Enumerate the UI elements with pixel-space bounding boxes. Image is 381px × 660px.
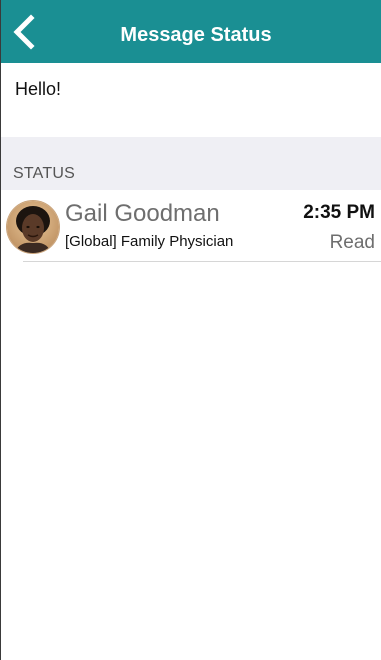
recipient-role: [Global] Family Physician: [65, 233, 234, 250]
message-body: Hello!: [1, 63, 381, 137]
recipient-status-row[interactable]: Gail Goodman [Global] Family Physician 2…: [1, 190, 381, 262]
status-time: 2:35 PM: [303, 202, 375, 223]
row-separator: [23, 261, 381, 262]
status-badge: Read: [329, 232, 375, 253]
status-section-label: STATUS: [13, 165, 75, 182]
message-text: Hello!: [15, 79, 62, 99]
profile-photo: [7, 201, 59, 253]
status-section-header: STATUS: [1, 137, 381, 190]
avatar: [7, 201, 59, 253]
page-title: Message Status: [120, 24, 272, 46]
message-status-screen: Message Status Hello! STATUS Gail Goodma…: [0, 0, 381, 660]
navigation-bar: Message Status: [1, 0, 381, 63]
recipient-name: Gail Goodman: [65, 200, 220, 227]
